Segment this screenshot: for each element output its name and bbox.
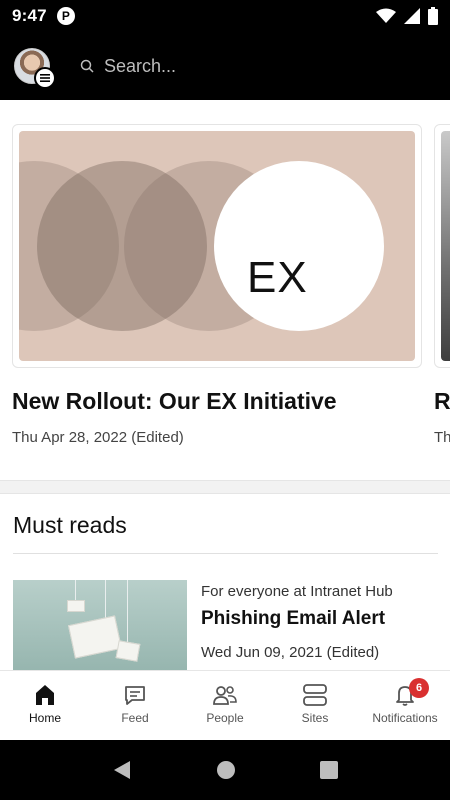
must-reads-heading: Must reads	[13, 512, 127, 538]
nav-people-label: People	[206, 711, 244, 725]
status-time: 9:47	[12, 6, 47, 25]
profile-avatar-button[interactable]	[14, 48, 56, 89]
nav-sites-label: Sites	[301, 711, 329, 725]
next-news-card[interactable]: R Th	[434, 124, 450, 446]
phishing-thumbnail	[13, 580, 187, 670]
nav-notifications-label: Notifications	[372, 711, 438, 725]
next-news-card-image	[434, 124, 450, 368]
news-card-image-text: EX	[247, 253, 308, 302]
article-date: Wed Jun 09, 2021 (Edited)	[201, 644, 380, 661]
article-audience: For everyone at Intranet Hub	[201, 583, 393, 600]
status-indicators	[376, 7, 438, 25]
next-news-card-date: Th	[434, 429, 450, 446]
sites-icon	[303, 684, 327, 706]
section-rule	[13, 553, 438, 554]
nav-home-label: Home	[28, 711, 61, 725]
back-icon[interactable]	[112, 760, 132, 780]
news-card-title: New Rollout: Our EX Initiative	[12, 388, 337, 414]
home-circle-icon[interactable]	[216, 760, 236, 780]
nav-people[interactable]: People	[180, 671, 270, 740]
notification-badge: 6	[409, 678, 429, 698]
recents-icon[interactable]	[320, 761, 338, 779]
home-content: EX New Rollout: Our EX Initiative Thu Ap…	[0, 100, 450, 670]
nav-notifications[interactable]: 6 Notifications	[360, 671, 450, 740]
decor-circle-white	[214, 161, 384, 331]
people-icon	[213, 686, 237, 705]
next-news-card-title: R	[434, 388, 450, 414]
status-bar: 9:47 P	[0, 0, 450, 32]
news-card-image: EX	[12, 124, 422, 368]
signal-icon	[404, 8, 420, 24]
bottom-nav: Home Feed People Sites 6 Notifications	[0, 670, 450, 740]
battery-icon	[428, 7, 438, 25]
nav-feed[interactable]: Feed	[90, 671, 180, 740]
news-card[interactable]: EX New Rollout: Our EX Initiative Thu Ap…	[12, 124, 422, 446]
search-placeholder: Search...	[104, 55, 177, 76]
search-icon	[80, 59, 94, 73]
wifi-icon	[376, 8, 396, 23]
app-notification-icon: P	[56, 7, 75, 25]
nav-sites[interactable]: Sites	[270, 671, 360, 740]
nav-feed-label: Feed	[121, 711, 149, 725]
nav-home[interactable]: Home	[0, 671, 90, 740]
list-item[interactable]: For everyone at Intranet Hub Phishing Em…	[13, 580, 438, 670]
menu-icon	[34, 67, 56, 89]
news-card-date: Thu Apr 28, 2022 (Edited)	[12, 429, 184, 446]
chat-icon	[125, 686, 145, 705]
system-nav-bar	[0, 740, 450, 800]
section-divider	[0, 480, 450, 494]
app-bar: Search...	[0, 32, 450, 100]
home-icon	[36, 685, 54, 705]
search-input[interactable]: Search...	[80, 56, 176, 77]
article-title: Phishing Email Alert	[201, 608, 386, 629]
